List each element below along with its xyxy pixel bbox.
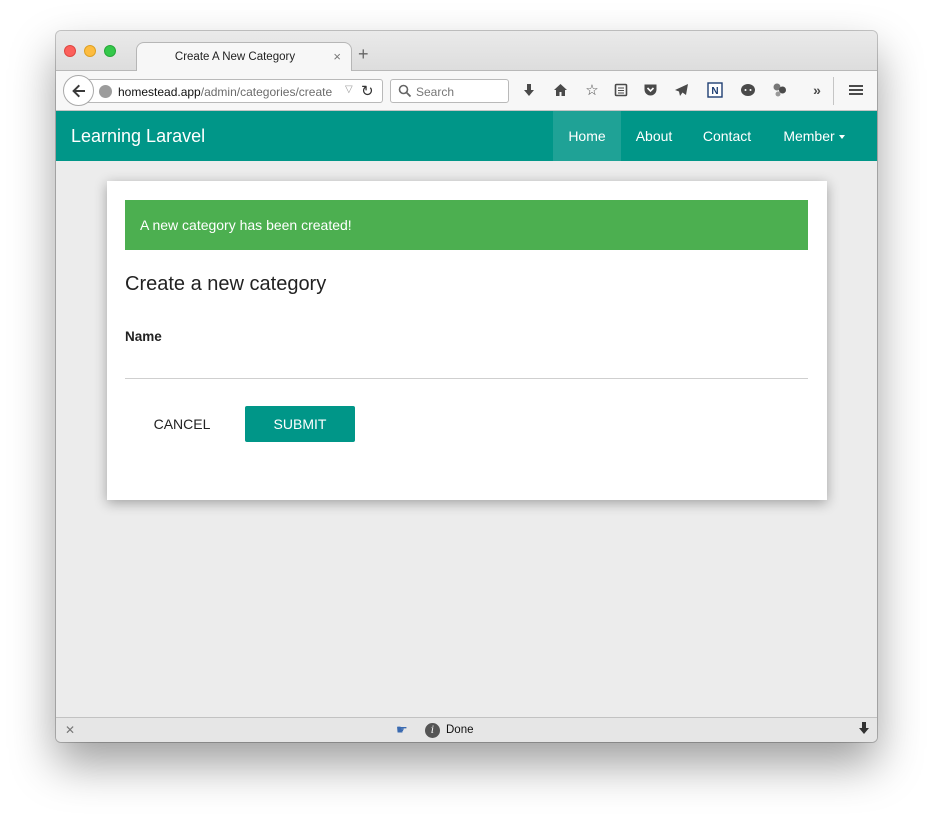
chat-icon[interactable] <box>738 80 758 100</box>
nav-contact[interactable]: Contact <box>687 111 767 161</box>
menu-icon[interactable] <box>846 80 866 100</box>
svg-text:N: N <box>711 86 718 97</box>
tab-strip: Create A New Category × + <box>56 31 877 72</box>
back-arrow-icon <box>71 84 85 97</box>
new-tab-button[interactable]: + <box>358 45 369 63</box>
form-card: A new category has been created! Create … <box>107 181 827 500</box>
extension-icon[interactable] <box>770 80 790 100</box>
back-button[interactable] <box>63 75 94 106</box>
nav-home[interactable]: Home <box>553 111 621 161</box>
tab-close-icon[interactable]: × <box>333 49 341 64</box>
tab-active[interactable]: Create A New Category × <box>136 42 352 72</box>
status-close-icon[interactable]: ✕ <box>65 723 75 737</box>
address-bar[interactable]: homestead.app/admin/categories/create ▽ … <box>82 79 383 103</box>
nav-about[interactable]: About <box>621 111 687 161</box>
home-icon[interactable] <box>550 80 570 100</box>
browser-toolbar: homestead.app/admin/categories/create ▽ … <box>56 71 877 111</box>
overflow-icon[interactable]: » <box>807 80 827 100</box>
url-path: /admin/categories/create <box>200 85 333 99</box>
search-icon <box>398 84 412 98</box>
name-label: Name <box>125 329 162 344</box>
reload-icon[interactable]: ↻ <box>361 82 374 100</box>
cancel-button[interactable]: CANCEL <box>142 406 222 442</box>
nav-member-dropdown[interactable]: Member <box>767 111 861 161</box>
pointer-icon: ☛ <box>396 722 408 737</box>
close-window-button[interactable] <box>64 45 76 57</box>
tab-title: Create A New Category <box>174 51 296 63</box>
toolbar-divider <box>833 77 834 105</box>
brand-link[interactable]: Learning Laravel <box>71 126 205 147</box>
info-icon: i <box>425 723 440 738</box>
search-placeholder: Search <box>416 85 455 99</box>
nav-member-label: Member <box>783 128 835 144</box>
status-bar: ✕ ☛ i Done <box>56 717 877 742</box>
url-text[interactable]: homestead.app/admin/categories/create <box>118 85 340 99</box>
minimize-window-button[interactable] <box>84 45 96 57</box>
zoom-window-button[interactable] <box>104 45 116 57</box>
status-text: Done <box>446 724 474 736</box>
submit-button[interactable]: SUBMIT <box>245 406 355 442</box>
site-identity-icon[interactable] <box>99 85 112 98</box>
search-input[interactable]: Search <box>390 79 509 103</box>
pocket-icon[interactable] <box>640 80 660 100</box>
extension-n-icon[interactable]: N <box>705 80 725 100</box>
bookmark-star-icon[interactable]: ☆ <box>582 80 602 100</box>
history-dropdown-icon[interactable]: ▽ <box>345 84 353 95</box>
download-icon[interactable] <box>857 721 871 739</box>
page-title: Create a new category <box>125 273 327 295</box>
caret-down-icon <box>838 135 845 140</box>
downloads-icon[interactable] <box>519 80 539 100</box>
name-input[interactable] <box>125 349 808 379</box>
browser-window: Create A New Category × + homestead.app/… <box>56 31 877 742</box>
reading-list-icon[interactable] <box>611 80 631 100</box>
success-alert: A new category has been created! <box>125 200 808 250</box>
page-content: A new category has been created! Create … <box>56 161 877 717</box>
send-icon[interactable] <box>671 80 691 100</box>
site-navbar: Learning Laravel Home About Contact Memb… <box>56 111 877 161</box>
url-host: homestead.app <box>118 85 201 99</box>
